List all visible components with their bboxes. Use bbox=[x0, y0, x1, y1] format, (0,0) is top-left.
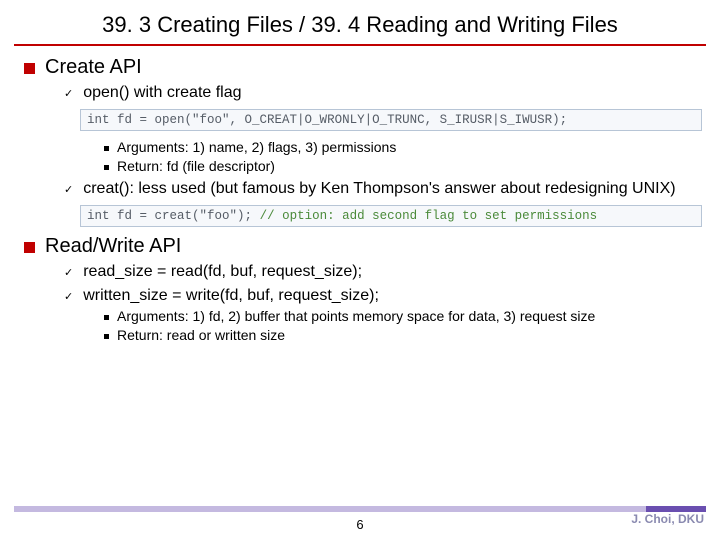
code-open-c: , O_CREAT|O_WRONLY|O_TRUNC, S_IRUSR|S_IW… bbox=[230, 113, 568, 127]
check-icon: ✓ bbox=[64, 183, 73, 196]
slide-title: 39. 3 Creating Files / 39. 4 Reading and… bbox=[0, 6, 720, 44]
item-open: ✓ open() with create flag bbox=[64, 83, 702, 103]
code-creat-b: "foo" bbox=[200, 209, 238, 223]
section2-heading: Read/Write API bbox=[45, 235, 181, 258]
rw-args: Arguments: 1) fd, 2) buffer that points … bbox=[104, 308, 702, 326]
code-open-a: int fd = open( bbox=[87, 113, 192, 127]
item-open-text: open() with create flag bbox=[83, 83, 241, 103]
rw-args-text: Arguments: 1) fd, 2) buffer that points … bbox=[117, 308, 595, 326]
page-number: 6 bbox=[0, 517, 720, 532]
open-return-text: Return: fd (file descriptor) bbox=[117, 158, 275, 176]
code-creat: int fd = creat("foo"); // option: add se… bbox=[80, 205, 702, 227]
slide: 39. 3 Creating Files / 39. 4 Reading and… bbox=[0, 0, 720, 540]
code-creat-comment: // option: add second flag to set permis… bbox=[260, 209, 598, 223]
code-open: int fd = open("foo", O_CREAT|O_WRONLY|O_… bbox=[80, 109, 702, 131]
mini-square-icon bbox=[104, 334, 109, 339]
code-creat-c: ); bbox=[237, 209, 260, 223]
rw-return: Return: read or written size bbox=[104, 327, 702, 345]
author-label: J. Choi, DKU bbox=[631, 512, 704, 526]
section1-heading: Create API bbox=[45, 56, 142, 79]
mini-square-icon bbox=[104, 315, 109, 320]
title-underline bbox=[14, 44, 706, 46]
item-write-text: written_size = write(fd, buf, request_si… bbox=[83, 286, 379, 306]
open-return: Return: fd (file descriptor) bbox=[104, 158, 702, 176]
check-icon: ✓ bbox=[64, 87, 73, 100]
square-bullet-icon bbox=[24, 242, 35, 253]
check-icon: ✓ bbox=[64, 266, 73, 279]
footer-bar bbox=[14, 506, 706, 512]
item-creat: ✓ creat(): less used (but famous by Ken … bbox=[64, 179, 702, 199]
item-write: ✓ written_size = write(fd, buf, request_… bbox=[64, 286, 702, 306]
item-read: ✓ read_size = read(fd, buf, request_size… bbox=[64, 262, 702, 282]
mini-square-icon bbox=[104, 146, 109, 151]
rw-return-text: Return: read or written size bbox=[117, 327, 285, 345]
open-args-text: Arguments: 1) name, 2) flags, 3) permiss… bbox=[117, 139, 396, 157]
footer-bar-light bbox=[14, 506, 646, 512]
code-creat-a: int fd = creat( bbox=[87, 209, 200, 223]
code-open-b: "foo" bbox=[192, 113, 230, 127]
item-read-text: read_size = read(fd, buf, request_size); bbox=[83, 262, 362, 282]
content-area: Create API ✓ open() with create flag int… bbox=[0, 56, 720, 344]
section-create-api: Create API bbox=[24, 56, 702, 79]
square-bullet-icon bbox=[24, 63, 35, 74]
section-readwrite-api: Read/Write API bbox=[24, 235, 702, 258]
open-args: Arguments: 1) name, 2) flags, 3) permiss… bbox=[104, 139, 702, 157]
mini-square-icon bbox=[104, 165, 109, 170]
check-icon: ✓ bbox=[64, 290, 73, 303]
item-creat-text: creat(): less used (but famous by Ken Th… bbox=[83, 179, 675, 199]
